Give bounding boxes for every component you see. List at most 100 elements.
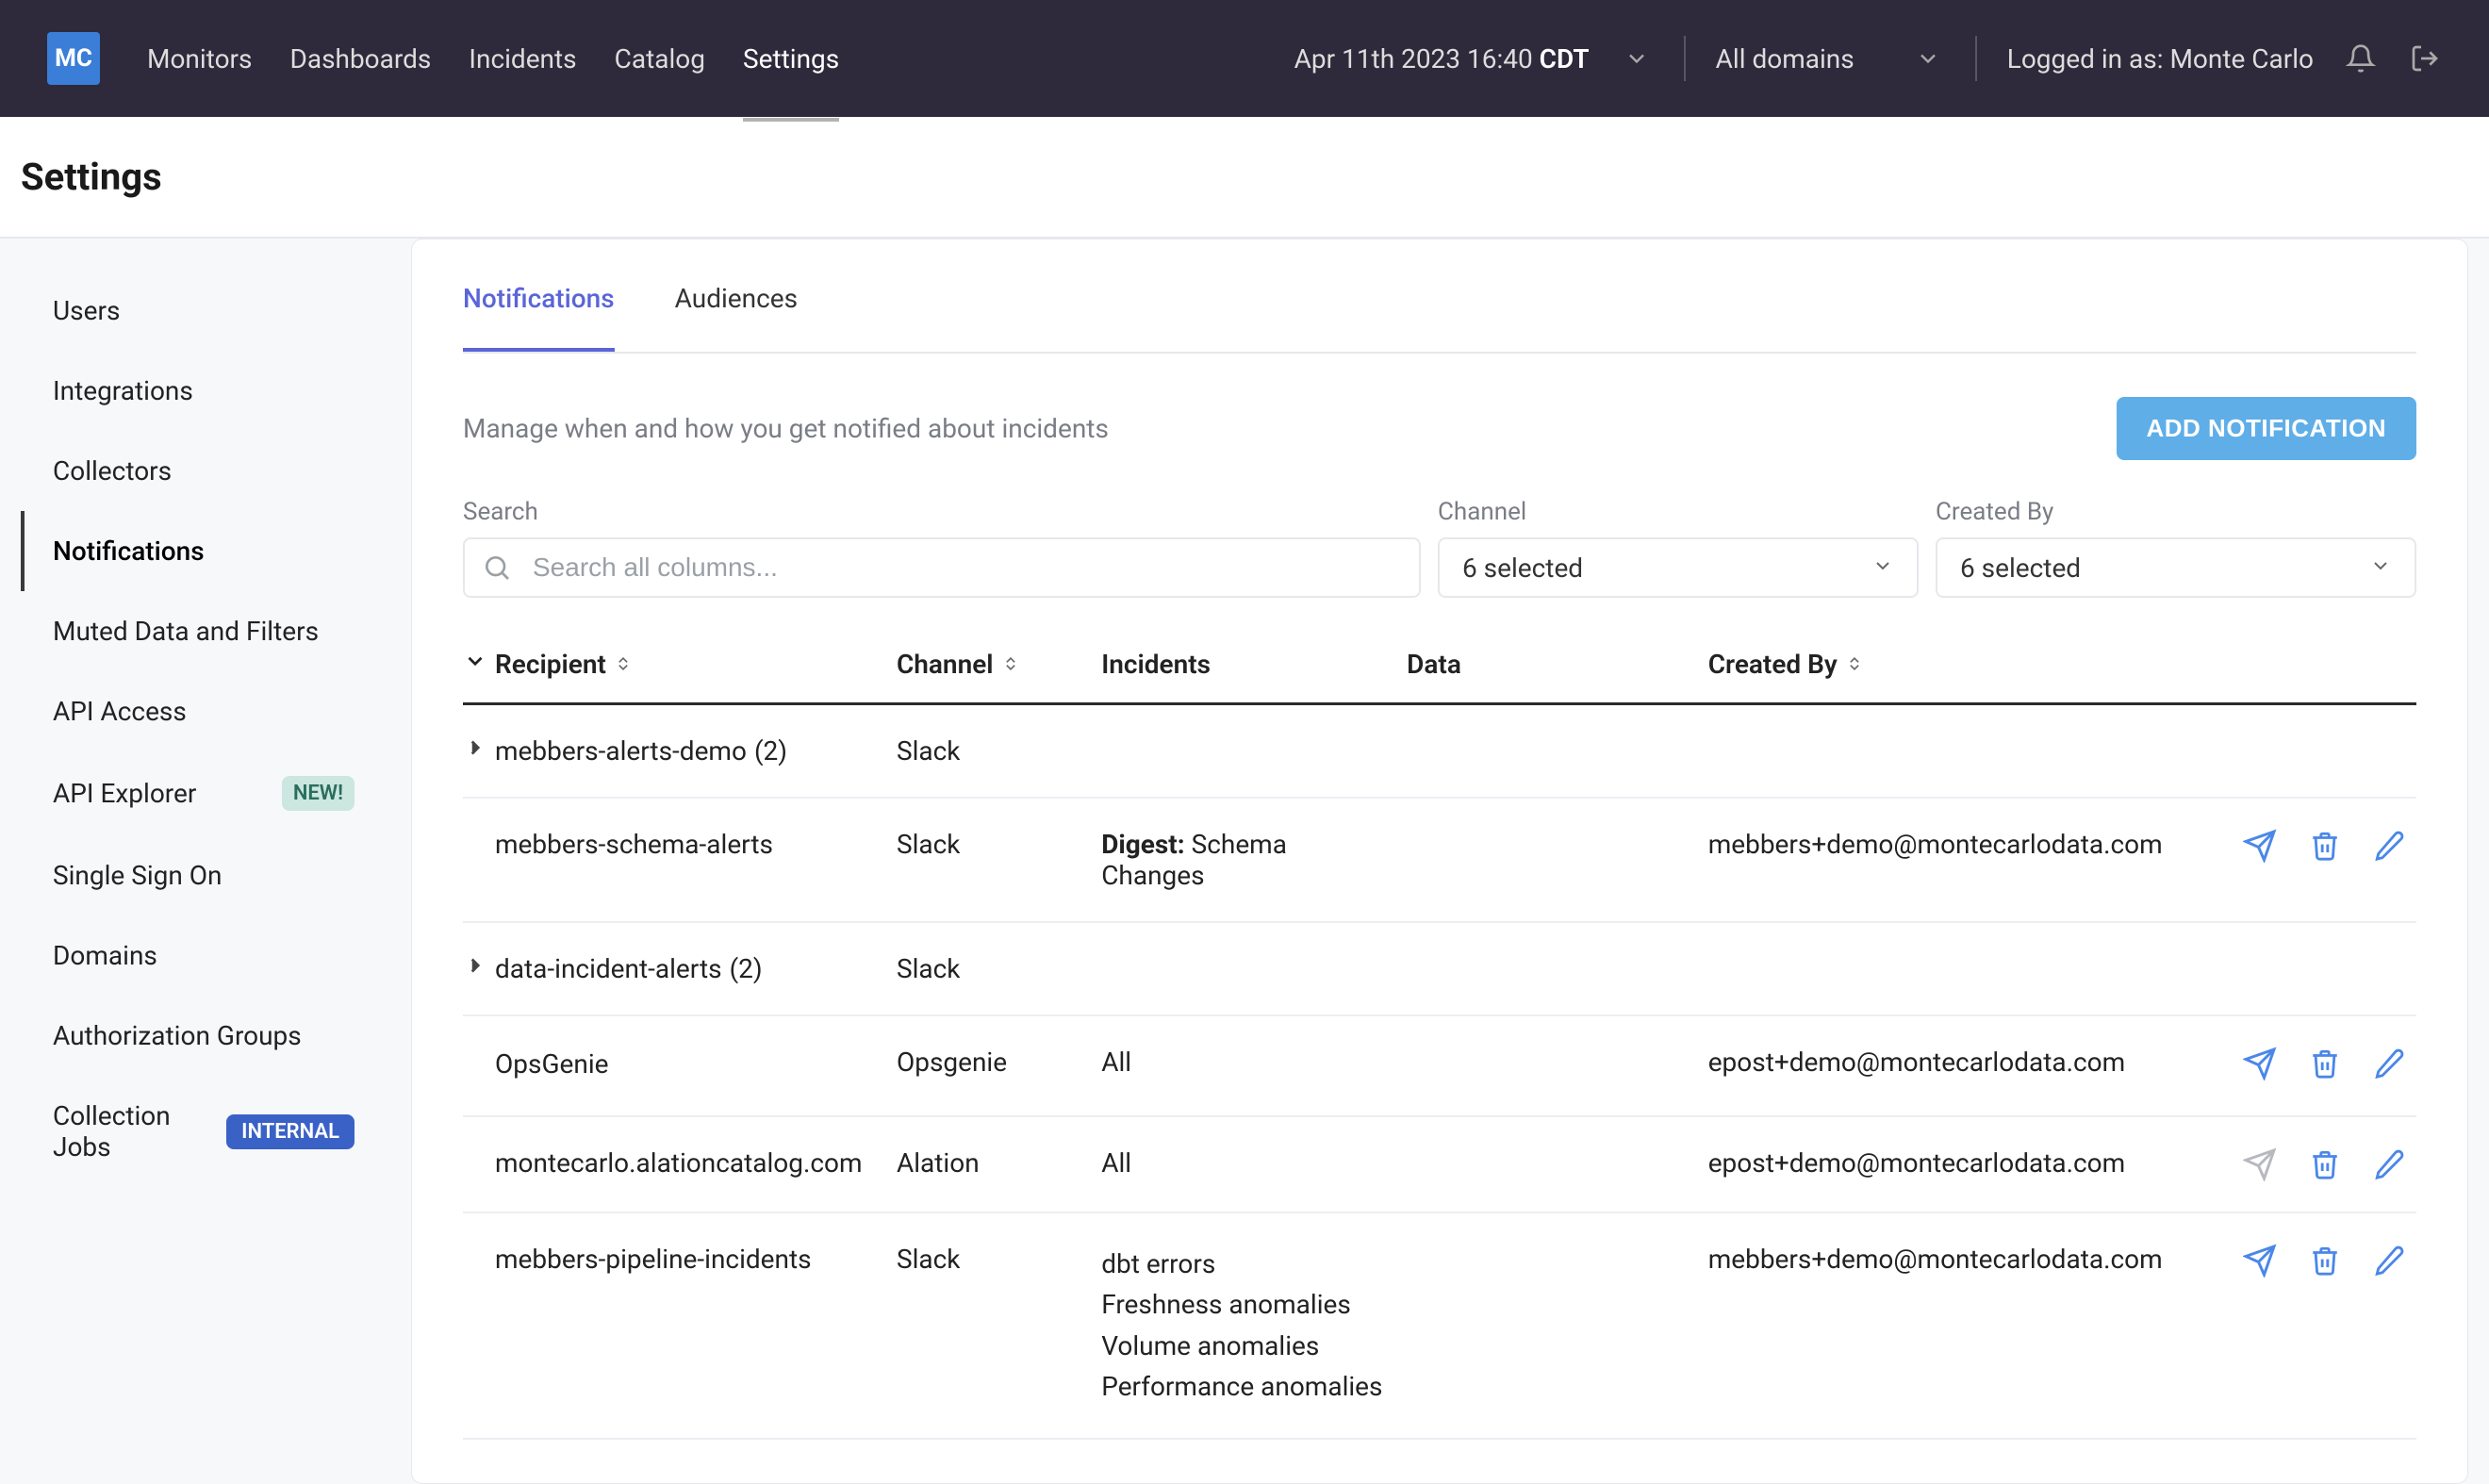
channel-filter-select[interactable]: 6 selected [1438, 537, 1919, 598]
table-row: OpsGenieOpsgenieAllepost+demo@montecarlo… [463, 1015, 2416, 1116]
sidebar-item-label: Single Sign On [53, 860, 223, 891]
cell-incidents: Digest: Schema Changes [1090, 798, 1395, 922]
sort-icon [614, 649, 633, 680]
delete-icon[interactable] [2309, 830, 2341, 862]
sidebar-item-api-explorer[interactable]: API Explorer NEW! [21, 751, 383, 835]
cell-channel: Alation [885, 1116, 1090, 1212]
cell-recipient: montecarlo.alationcatalog.com [463, 1116, 885, 1212]
sidebar-item-auth-groups[interactable]: Authorization Groups [21, 996, 383, 1076]
edit-icon[interactable] [2373, 1148, 2405, 1180]
incident-item: Volume anomalies [1101, 1326, 1384, 1366]
nav-link-monitors[interactable]: Monitors [147, 34, 252, 84]
column-header-incidents[interactable]: Incidents [1090, 632, 1395, 704]
table-row: montecarlo.alationcatalog.comAlationAlle… [463, 1116, 2416, 1212]
subhead-text: Manage when and how you get notified abo… [463, 413, 1109, 444]
cell-channel: Slack [885, 704, 1090, 799]
cell-recipient: OpsGenie [463, 1015, 885, 1116]
cell-data [1395, 798, 1697, 922]
nav-link-catalog[interactable]: Catalog [615, 34, 705, 84]
chevron-down-icon [2369, 552, 2392, 584]
sidebar-item-label: Muted Data and Filters [53, 616, 319, 647]
datetime-text: Apr 11th 2023 16:40 [1294, 43, 1540, 74]
chevron-down-icon[interactable] [1620, 41, 1654, 75]
column-header-data[interactable]: Data [1395, 632, 1697, 704]
notifications-table: Recipient Channel Incidents Data [463, 632, 2416, 1440]
cell-actions [2174, 704, 2416, 799]
cell-data [1395, 1212, 1697, 1439]
cell-channel: Slack [885, 798, 1090, 922]
column-header-label: Incidents [1101, 649, 1211, 680]
send-icon[interactable] [2243, 1147, 2277, 1181]
chevron-right-icon[interactable] [463, 735, 487, 760]
tab-audiences[interactable]: Audiences [675, 283, 798, 352]
tab-notifications[interactable]: Notifications [463, 283, 615, 352]
cell-incidents: All [1090, 1116, 1395, 1212]
domain-selector[interactable]: All domains [1716, 41, 1945, 75]
sidebar-item-label: Authorization Groups [53, 1020, 302, 1051]
send-icon[interactable] [2243, 1244, 2277, 1278]
sidebar-item-label: Users [53, 295, 120, 326]
add-notification-button[interactable]: ADD NOTIFICATION [2117, 397, 2417, 460]
nav-link-settings[interactable]: Settings [743, 34, 839, 122]
sidebar-item-integrations[interactable]: Integrations [21, 351, 383, 431]
send-icon[interactable] [2243, 1047, 2277, 1080]
delete-icon[interactable] [2309, 1245, 2341, 1277]
created-by-filter-select[interactable]: 6 selected [1936, 537, 2416, 598]
incident-item: Freshness anomalies [1101, 1284, 1384, 1325]
column-header-label: Created By [1708, 649, 1838, 680]
edit-icon[interactable] [2373, 830, 2405, 862]
send-icon[interactable] [2243, 829, 2277, 863]
search-input[interactable] [463, 537, 1421, 598]
recipient-name: OpsGenie [495, 1048, 608, 1080]
badge-new: NEW! [282, 776, 354, 811]
logged-in-label: Logged in as: Monte Carlo [2007, 43, 2314, 74]
tabs: Notifications Audiences [463, 283, 2416, 354]
sidebar-item-collection-jobs[interactable]: Collection Jobs INTERNAL [21, 1076, 383, 1187]
cell-actions [2174, 1116, 2416, 1212]
sidebar-item-label: Domains [53, 940, 157, 971]
domain-selector-label: All domains [1716, 43, 1854, 74]
column-header-channel[interactable]: Channel [885, 632, 1090, 704]
cell-recipient: mebbers-pipeline-incidents [463, 1212, 885, 1439]
cell-incidents [1090, 922, 1395, 1015]
edit-icon[interactable] [627, 1047, 659, 1085]
cell-incidents [1090, 704, 1395, 799]
app-logo[interactable]: MC [47, 32, 100, 85]
column-header-created-by[interactable]: Created By [1697, 632, 2174, 704]
sidebar-item-users[interactable]: Users [21, 271, 383, 351]
delete-icon[interactable] [2309, 1148, 2341, 1180]
delete-icon[interactable] [2309, 1047, 2341, 1080]
cell-recipient: mebbers-alerts-demo(2) [463, 704, 885, 799]
edit-icon[interactable] [2373, 1047, 2405, 1080]
search-label: Search [463, 498, 1421, 526]
cell-created-by [1697, 704, 2174, 799]
sidebar-item-notifications[interactable]: Notifications [21, 511, 383, 591]
cell-data [1395, 1015, 1697, 1116]
sidebar-item-muted[interactable]: Muted Data and Filters [21, 591, 383, 671]
sidebar-item-collectors[interactable]: Collectors [21, 431, 383, 511]
datetime-tz: CDT [1540, 43, 1590, 74]
chevron-down-icon [1871, 552, 1894, 584]
edit-icon[interactable] [2373, 1245, 2405, 1277]
nav-link-incidents[interactable]: Incidents [469, 34, 576, 84]
cell-created-by: epost+demo@montecarlodata.com [1697, 1015, 2174, 1116]
column-header-recipient[interactable]: Recipient [463, 632, 885, 704]
channel-filter-value: 6 selected [1462, 552, 1583, 584]
nav-link-dashboards[interactable]: Dashboards [289, 34, 431, 84]
table-row: mebbers-schema-alerts SlackDigest: Schema… [463, 798, 2416, 922]
chevron-right-icon[interactable] [463, 953, 487, 978]
cell-actions [2174, 1212, 2416, 1439]
page-header: Settings [0, 117, 2489, 239]
sidebar-item-api-access[interactable]: API Access [21, 671, 383, 751]
bell-icon[interactable] [2344, 41, 2378, 75]
column-header-label: Data [1407, 649, 1461, 680]
sidebar-item-sso[interactable]: Single Sign On [21, 835, 383, 915]
nav-separator [1684, 36, 1686, 81]
sidebar-item-domains[interactable]: Domains [21, 915, 383, 996]
logout-icon[interactable] [2408, 41, 2442, 75]
top-nav: MC Monitors Dashboards Incidents Catalog… [0, 0, 2489, 117]
recipient-count: (2) [754, 735, 787, 767]
recipient-name: mebbers-schema-alerts [495, 829, 773, 860]
datetime-display[interactable]: Apr 11th 2023 16:40 CDT [1294, 43, 1590, 74]
cell-created-by: mebbers+demo@montecarlodata.com [1697, 1212, 2174, 1439]
